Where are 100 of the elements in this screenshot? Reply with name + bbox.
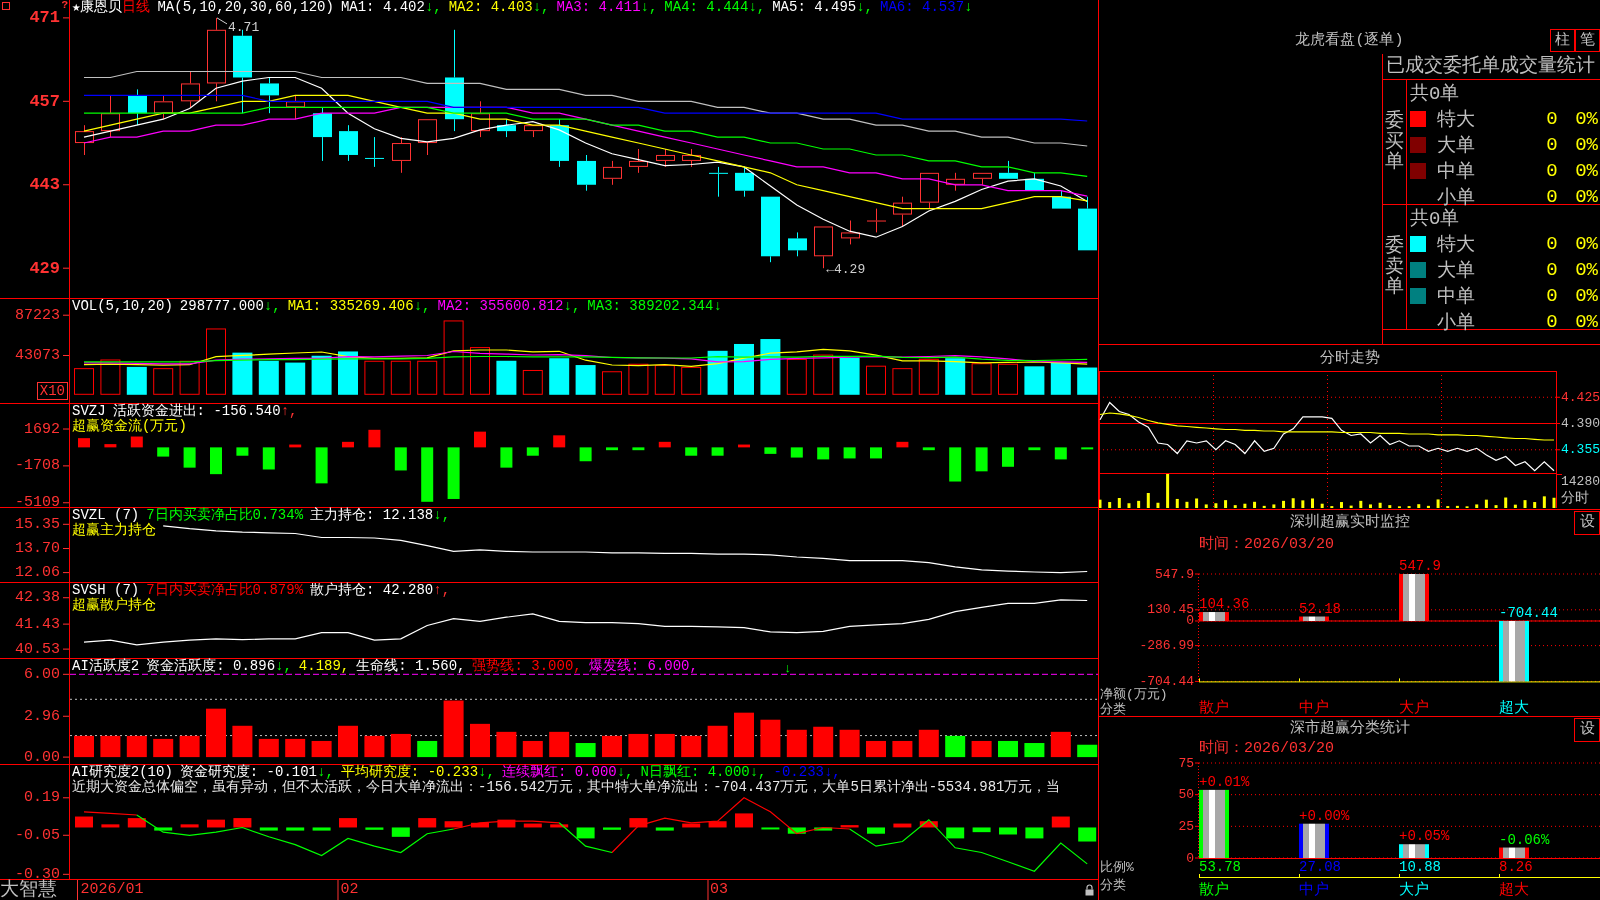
- indicator-value: MA(5,10,20,30,60,120): [157, 0, 334, 15]
- trend-arrow: ↓,: [856, 0, 873, 15]
- value-label: 53.78: [1199, 859, 1241, 875]
- axis-title: 净额(万元): [1100, 686, 1168, 702]
- value-label: 52.18: [1299, 600, 1341, 617]
- axis-tick-label: -286.99: [1139, 638, 1194, 654]
- axis-tick-label: 43073: [15, 347, 60, 364]
- order-percent: 0%: [1574, 311, 1599, 333]
- change-label: -0.06%: [1499, 831, 1550, 848]
- trend-arrow: ↓: [964, 0, 973, 15]
- axis-tick-label: 87223: [15, 306, 60, 324]
- order-count: 0: [1545, 233, 1559, 255]
- signal-arrow: ↓: [783, 661, 792, 676]
- category-label: 超大: [1499, 699, 1529, 716]
- indicator-value: MA2: 4.403: [448, 0, 533, 15]
- category-label: 超大: [1499, 881, 1529, 899]
- indicator-value: 活跃资金进出: -156.540: [112, 403, 281, 419]
- order-percent: 0%: [1574, 285, 1599, 307]
- axis-tick-label: 13.70: [15, 540, 60, 557]
- date-label: 02: [337, 880, 359, 900]
- order-percent: 0%: [1574, 108, 1599, 130]
- indicator-value: -0.233↓,: [773, 764, 841, 780]
- order-count: 0: [1545, 186, 1559, 208]
- trend-arrow: ↑,: [280, 403, 298, 419]
- axis-tick-label: 457: [29, 91, 60, 111]
- order-size-label: 小单: [1437, 186, 1476, 209]
- trend-arrow: ↓,: [413, 298, 431, 314]
- group-label: 委卖单: [1385, 235, 1404, 299]
- order-percent: 0%: [1574, 186, 1599, 208]
- trend-arrow: ↓,: [563, 298, 581, 314]
- low-price-label: ←4.29: [826, 262, 866, 278]
- axis-tick-label: 471: [29, 8, 60, 28]
- axis-tick-label: 0.00: [24, 748, 60, 764]
- axis-tick-label: -704.44: [1139, 673, 1194, 689]
- panel-title: 深圳超赢实时监控: [1289, 512, 1410, 533]
- indicator-value: 散户持仓: 42.280: [310, 582, 434, 598]
- axis-tick-label: 14280: [1561, 474, 1600, 489]
- axis-title: 分类: [1100, 877, 1126, 893]
- indicator-value: MA3: 4.411: [556, 0, 641, 15]
- change-label: +0.05%: [1399, 828, 1450, 845]
- trend-arrow: ↓,: [616, 764, 634, 780]
- high-price-label: 4.71: [216, 17, 260, 35]
- indicator-value: MA6: 4.537: [880, 0, 965, 15]
- order-percent: 0%: [1574, 160, 1599, 182]
- indicator-subtitle: 超赢主力持仓: [72, 522, 156, 538]
- axis-tick-label: -1708: [15, 457, 60, 475]
- trend-arrow: ↓,: [478, 764, 495, 780]
- order-percent: 0%: [1574, 233, 1599, 255]
- indicator-value: 爆发线: 6.000,: [588, 658, 698, 674]
- axis-tick-label: 4.390: [1561, 416, 1600, 431]
- timestamp: 时间：2026/03/20: [1199, 740, 1334, 757]
- indicator-value: N日飘红: 4.000: [640, 764, 750, 780]
- category-label: 中户: [1299, 881, 1329, 899]
- trend-arrow: ↓,: [748, 0, 766, 15]
- axis-tick-label: -0.30: [15, 865, 60, 879]
- indicator-value: 连续飘红: 0.000: [501, 764, 617, 780]
- period-label: 日线: [122, 0, 151, 15]
- change-label: +0.01%: [1199, 773, 1250, 790]
- chart-title: SVZL (7): [72, 507, 140, 523]
- axis-tick-label: 4.355: [1561, 442, 1600, 458]
- value-label: 27.08: [1299, 859, 1341, 875]
- order-size-label: 特大: [1437, 233, 1476, 257]
- category-label: 大户: [1399, 881, 1429, 899]
- order-count: 0: [1545, 285, 1559, 307]
- axis-tick-label: 4.425: [1561, 389, 1600, 405]
- value-label: 104.36: [1199, 596, 1250, 613]
- axis-tick-label: 443: [29, 175, 60, 195]
- chart-title: ★康恩贝: [72, 0, 123, 15]
- group-label: 委买单: [1385, 110, 1404, 174]
- change-label: +0.00%: [1299, 807, 1350, 824]
- indicator-value: MA3: 389202.344: [587, 298, 714, 314]
- indicator-value: 强势线: 3.000,: [472, 658, 582, 674]
- axis-tick-label: 547.9: [1155, 566, 1194, 582]
- panel-title: 分时走势: [1319, 350, 1380, 367]
- value-label: 547.9: [1399, 558, 1441, 574]
- trend-arrow: ↓,: [424, 0, 442, 15]
- order-count: 0: [1545, 134, 1559, 156]
- category-label: 中户: [1299, 699, 1329, 716]
- axis-title: 分时: [1561, 489, 1589, 506]
- brand-name: 大智慧: [0, 880, 58, 900]
- trend-arrow: ↓,: [749, 764, 767, 780]
- category-label: 大户: [1399, 699, 1429, 716]
- order-count: 0: [1545, 259, 1559, 281]
- indicator-value: MA1: 335269.406: [287, 298, 414, 314]
- trend-arrow: ↑,: [433, 582, 451, 598]
- chart-title: SVZJ: [72, 403, 106, 419]
- timestamp: 时间：2026/03/20: [1199, 536, 1334, 553]
- order-size-label: 中单: [1437, 285, 1476, 309]
- order-count: 0: [1545, 160, 1559, 182]
- trend-arrow: ↓,: [275, 658, 292, 674]
- trend-arrow: ↓: [713, 298, 722, 314]
- trend-arrow: ↓,: [532, 0, 550, 15]
- order-count: 0: [1545, 311, 1559, 333]
- date-label: 03: [707, 880, 729, 900]
- axis-tick-label: 6.00: [24, 665, 60, 683]
- indicator-value: 4.189,: [298, 658, 350, 674]
- date-label: 2026/01: [77, 880, 144, 900]
- indicator-subtitle: 超赢散户持仓: [72, 597, 156, 613]
- order-size-label: 大单: [1437, 134, 1476, 158]
- order-size-label: 特大: [1437, 108, 1476, 132]
